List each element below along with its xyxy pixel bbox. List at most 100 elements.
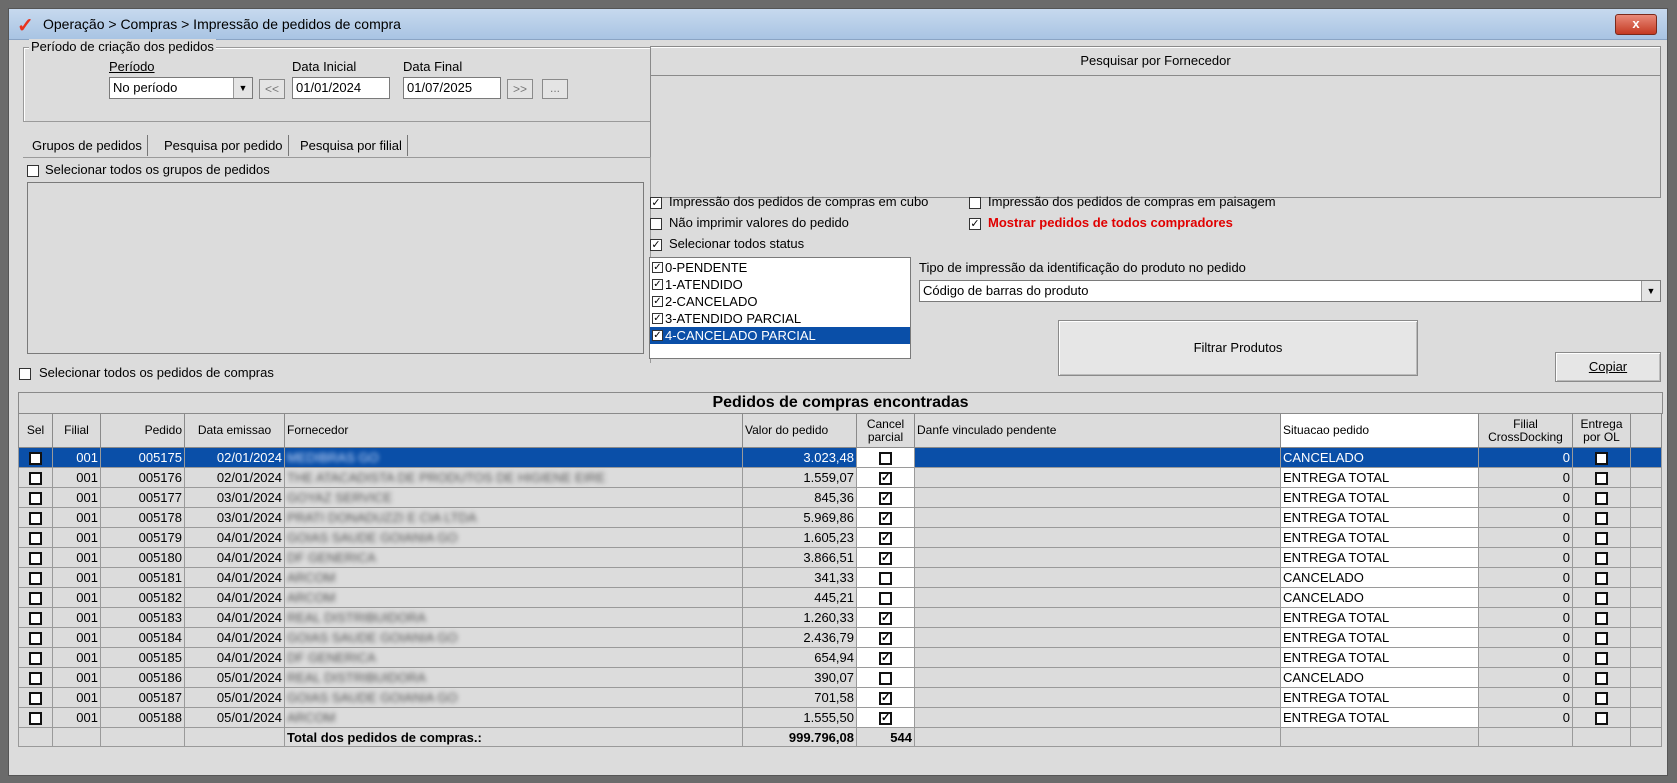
filtrar-produtos-button[interactable]: Filtrar Produtos [1058,320,1418,376]
entrega-ol-cell[interactable] [1572,667,1631,688]
cancel-parcial-cell[interactable]: ✓ [856,687,915,708]
entrega-ol-checkbox[interactable] [1595,652,1608,666]
cancel-parcial-cell[interactable]: ✓ [856,707,915,728]
entrega-ol-checkbox[interactable] [1595,472,1608,486]
row-select-checkbox[interactable] [29,652,42,666]
nao-imprimir-checkbox[interactable] [650,218,662,230]
col-filial-crossdocking[interactable]: Filial CrossDocking [1478,413,1573,448]
row-select-cell[interactable] [18,567,53,588]
cancel-parcial-cell[interactable]: ✓ [856,647,915,668]
cancel-parcial-cell[interactable]: ✓ [856,507,915,528]
table-row[interactable]: 001 005187 05/01/2024 GOIAS SAUDE GOIANIA G… [18,687,1662,708]
cancel-parcial-checkbox[interactable]: ✓ [879,532,892,546]
entrega-ol-checkbox[interactable] [1595,632,1608,646]
entrega-ol-cell[interactable] [1572,507,1631,528]
entrega-ol-checkbox[interactable] [1595,712,1608,726]
row-select-checkbox[interactable] [29,692,42,706]
cancel-parcial-checkbox[interactable] [879,592,892,606]
row-select-checkbox[interactable] [29,472,42,486]
tab-grupos-de-pedidos[interactable]: Grupos de pedidos [27,135,148,156]
row-select-checkbox[interactable] [29,512,42,526]
paisagem-checkbox[interactable] [969,197,981,209]
table-row[interactable]: 001 005183 04/01/2024 REAL DISTRIBUIDORA 1.2… [18,607,1662,628]
more-button[interactable]: ... [542,79,568,99]
chevron-down-icon[interactable]: ▼ [1641,281,1660,301]
cancel-parcial-cell[interactable]: ✓ [856,527,915,548]
cancel-parcial-checkbox[interactable]: ✓ [879,632,892,646]
row-select-cell[interactable] [18,627,53,648]
entrega-ol-cell[interactable] [1572,587,1631,608]
table-row[interactable]: 001 005180 04/01/2024 DF GENERICA 3.866,51 ✓ E… [18,547,1662,568]
tab-pesquisa-por-filial[interactable]: Pesquisa por filial [295,135,408,156]
table-row[interactable]: 001 005184 04/01/2024 GOIAS SAUDE GOIANIA G… [18,627,1662,648]
entrega-ol-checkbox[interactable] [1595,452,1608,466]
table-row[interactable]: 001 005185 04/01/2024 DF GENERICA 654,94 ✓ ENT… [18,647,1662,668]
cancel-parcial-cell[interactable] [856,667,915,688]
checkbox-icon[interactable]: ✓ [652,313,663,324]
row-select-cell[interactable] [18,527,53,548]
entrega-ol-cell[interactable] [1572,527,1631,548]
cancel-parcial-cell[interactable]: ✓ [856,467,915,488]
entrega-ol-cell[interactable] [1572,647,1631,668]
entrega-ol-checkbox[interactable] [1595,492,1608,506]
row-select-checkbox[interactable] [29,632,42,646]
table-row[interactable]: 001 005182 04/01/2024 ARCOM 445,21 CANCELADO 0 [18,587,1662,608]
checkbox-icon[interactable]: ✓ [652,330,663,341]
cancel-parcial-checkbox[interactable] [879,452,892,466]
cancel-parcial-checkbox[interactable]: ✓ [879,712,892,726]
cancel-parcial-cell[interactable] [856,567,915,588]
chevron-down-icon[interactable]: ▼ [233,78,252,98]
entrega-ol-cell[interactable] [1572,547,1631,568]
select-all-pedidos-checkbox[interactable] [19,368,31,380]
entrega-ol-checkbox[interactable] [1595,692,1608,706]
row-select-checkbox[interactable] [29,492,42,506]
cancel-parcial-checkbox[interactable] [879,672,892,686]
checkbox-icon[interactable]: ✓ [652,279,663,290]
cancel-parcial-checkbox[interactable]: ✓ [879,652,892,666]
grupos-list[interactable] [27,182,644,354]
entrega-ol-checkbox[interactable] [1595,592,1608,606]
col-pedido[interactable]: Pedido [100,413,185,448]
row-select-checkbox[interactable] [29,592,42,606]
entrega-ol-cell[interactable] [1572,607,1631,628]
prev-period-button[interactable]: << [259,79,285,99]
entrega-ol-cell[interactable] [1572,447,1631,468]
entrega-ol-cell[interactable] [1572,707,1631,728]
row-select-cell[interactable] [18,487,53,508]
next-period-button[interactable]: >> [507,79,533,99]
row-select-cell[interactable] [18,447,53,468]
cubo-checkbox[interactable]: ✓ [650,197,662,209]
entrega-ol-cell[interactable] [1572,627,1631,648]
entrega-ol-checkbox[interactable] [1595,552,1608,566]
cancel-parcial-cell[interactable]: ✓ [856,627,915,648]
row-select-checkbox[interactable] [29,452,42,466]
data-inicial-input[interactable]: 01/01/2024 [292,77,390,99]
row-select-cell[interactable] [18,687,53,708]
table-row[interactable]: 001 005188 05/01/2024 ARCOM 1.555,50 ✓ ENTREGA… [18,707,1662,728]
copiar-button[interactable]: Copiar [1555,352,1661,382]
table-row[interactable]: 001 005178 03/01/2024 PRATI DONADUZZI E CIA… [18,507,1662,528]
close-button[interactable]: x [1615,14,1657,35]
entrega-ol-checkbox[interactable] [1595,672,1608,686]
checkbox-icon[interactable]: ✓ [652,296,663,307]
select-all-grupos-checkbox[interactable] [27,165,39,177]
entrega-ol-checkbox[interactable] [1595,532,1608,546]
col-fornecedor[interactable]: Fornecedor [284,413,743,448]
entrega-ol-cell[interactable] [1572,467,1631,488]
status-item-1[interactable]: ✓ 1-ATENDIDO [650,276,910,293]
cancel-parcial-checkbox[interactable]: ✓ [879,492,892,506]
row-select-cell[interactable] [18,667,53,688]
table-row[interactable]: 001 005175 02/01/2024 MEDIBRAS GO 3.023,48 CA… [18,447,1662,468]
row-select-cell[interactable] [18,467,53,488]
cancel-parcial-cell[interactable]: ✓ [856,607,915,628]
row-select-cell[interactable] [18,707,53,728]
cancel-parcial-cell[interactable]: ✓ [856,487,915,508]
row-select-checkbox[interactable] [29,532,42,546]
todos-status-checkbox[interactable]: ✓ [650,239,662,251]
entrega-ol-checkbox[interactable] [1595,572,1608,586]
row-select-cell[interactable] [18,507,53,528]
entrega-ol-cell[interactable] [1572,487,1631,508]
row-select-checkbox[interactable] [29,672,42,686]
periodo-select[interactable]: No período ▼ [109,77,253,99]
cancel-parcial-cell[interactable]: ✓ [856,547,915,568]
